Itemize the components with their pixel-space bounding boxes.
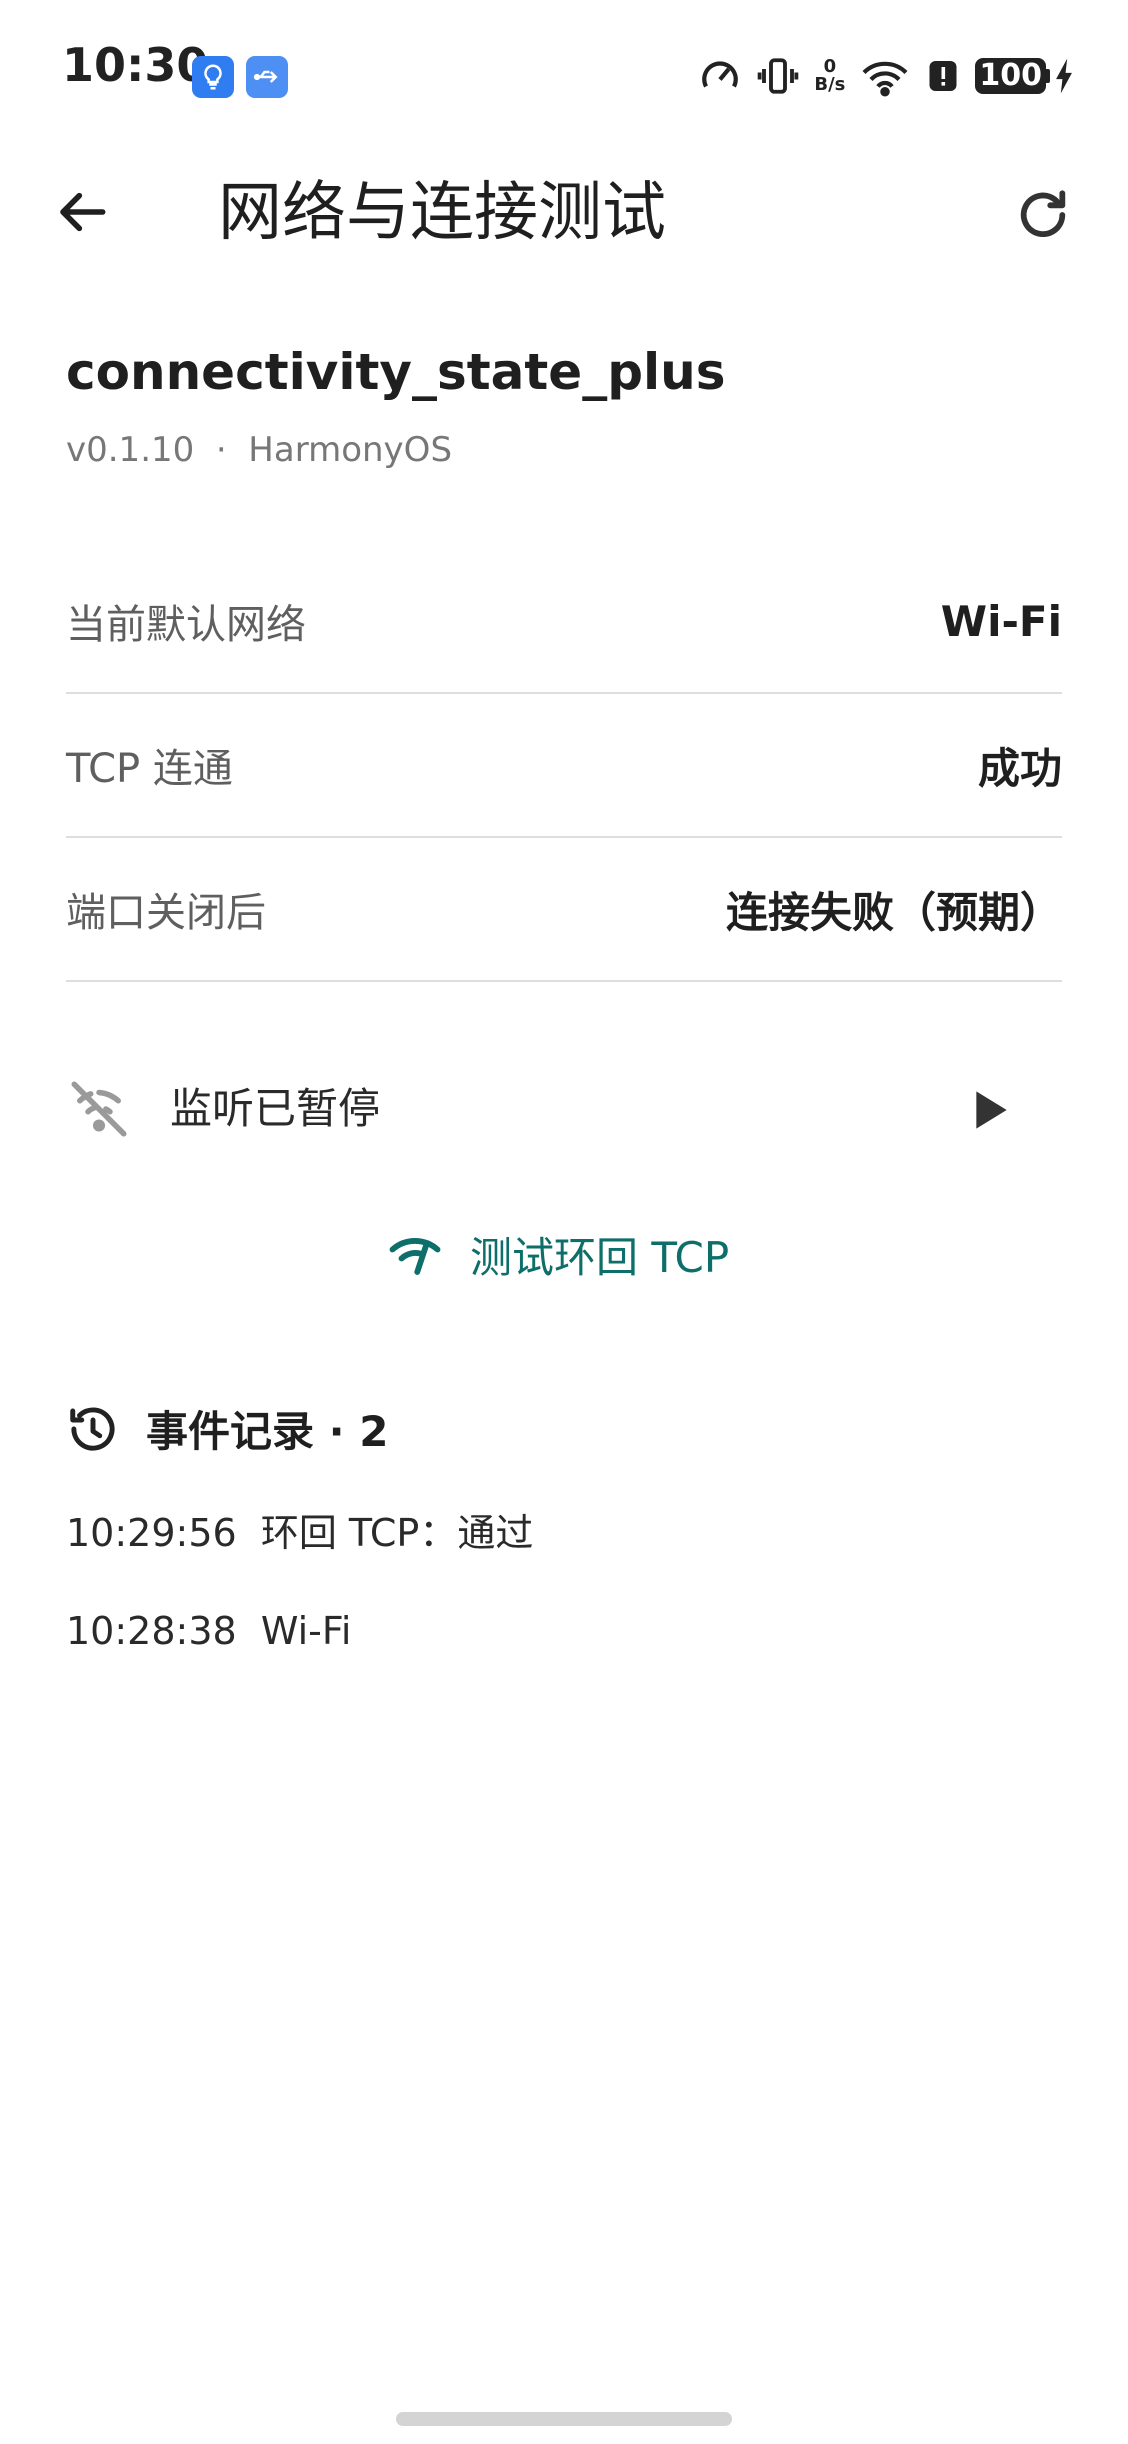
info-value: 成功 <box>977 743 1062 793</box>
info-value: 连接失败（预期） <box>725 887 1062 937</box>
history-icon <box>70 1406 115 1451</box>
alert-icon <box>929 61 957 91</box>
network-check-icon <box>389 1238 441 1275</box>
status-time: 10:30 <box>62 38 209 92</box>
wifi-off-icon <box>71 1081 127 1137</box>
event-log-header: 事件记录 · 2 <box>66 1398 388 1459</box>
log-item: 10:29:56 环回 TCP：通过 <box>66 1511 534 1555</box>
info-label: 当前默认网络 <box>66 602 306 648</box>
test-button-label: 测试环回 TCP <box>470 1232 730 1282</box>
info-value: Wi-Fi <box>940 596 1062 646</box>
info-label: 端口关闭后 <box>66 890 266 936</box>
info-row-tcp: TCP 连通 成功 <box>66 694 1062 838</box>
refresh-icon[interactable] <box>1014 186 1072 244</box>
info-row-default-network: 当前默认网络 Wi-Fi <box>66 550 1062 694</box>
back-arrow-icon[interactable] <box>56 184 112 240</box>
net-speed-indicator: 0 B/s <box>814 56 846 95</box>
home-indicator[interactable] <box>396 2412 732 2426</box>
info-list: 当前默认网络 Wi-Fi TCP 连通 成功 端口关闭后 连接失败（预期） <box>66 550 1062 982</box>
event-log-list: 10:29:56 环回 TCP：通过 10:28:38 Wi-Fi <box>66 1506 533 1702</box>
info-label: TCP 连通 <box>66 746 233 792</box>
listener-status: 监听已暂停 <box>170 1084 381 1133</box>
info-row-port-closed: 端口关闭后 连接失败（预期） <box>66 838 1062 982</box>
event-log-title: 事件记录 · 2 <box>146 1407 389 1456</box>
lightbulb-notification-icon <box>192 56 234 98</box>
battery-indicator: 100 <box>975 57 1074 95</box>
speedometer-icon <box>702 61 739 88</box>
usb-notification-icon <box>246 56 288 98</box>
test-loopback-tcp-button[interactable]: 测试环回 TCP <box>388 1218 729 1290</box>
plugin-name: connectivity_state_plus <box>66 343 726 401</box>
log-item: 10:28:38 Wi-Fi <box>66 1609 352 1653</box>
wifi-signal-icon <box>862 61 908 97</box>
plugin-meta: v0.1.10 · HarmonyOS <box>66 430 453 470</box>
vibrate-icon <box>758 58 799 94</box>
play-icon[interactable] <box>960 1082 1016 1138</box>
page-title: 网络与连接测试 <box>218 176 666 250</box>
charging-bolt-icon <box>1056 58 1072 94</box>
status-icons: 0 B/s 100 <box>698 52 1074 100</box>
